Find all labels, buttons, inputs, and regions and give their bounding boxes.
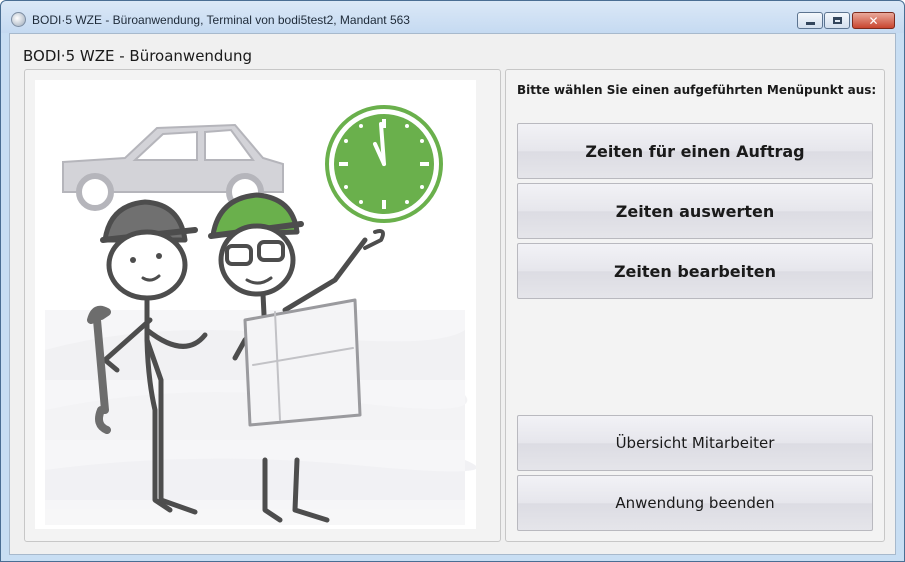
title-bar[interactable]: BODI·5 WZE - Büroanwendung, Terminal von… <box>1 1 904 33</box>
evaluate-times-button[interactable]: Zeiten auswerten <box>517 183 873 239</box>
client-area: BODI·5 WZE - Büroanwendung Bitte wählen … <box>9 33 896 555</box>
application-window: BODI·5 WZE - Büroanwendung, Terminal von… <box>0 0 905 562</box>
menu-panel: Bitte wählen Sie einen aufgeführten Menü… <box>505 69 885 542</box>
app-icon[interactable] <box>11 12 26 27</box>
menu-prompt: Bitte wählen Sie einen aufgeführten Menü… <box>517 83 877 97</box>
workers-illustration <box>45 105 477 525</box>
maximize-icon <box>832 17 842 24</box>
exit-application-button[interactable]: Anwendung beenden <box>517 475 873 531</box>
illustration-panel <box>24 69 501 542</box>
minimize-icon <box>805 22 815 25</box>
employee-overview-button[interactable]: Übersicht Mitarbeiter <box>517 415 873 471</box>
times-for-order-button[interactable]: Zeiten für einen Auftrag <box>517 123 873 179</box>
illustration <box>35 80 477 529</box>
close-button[interactable]: ✕ <box>852 12 895 29</box>
minimize-button[interactable] <box>797 12 823 29</box>
edit-times-button[interactable]: Zeiten bearbeiten <box>517 243 873 299</box>
window-title: BODI·5 WZE - Büroanwendung, Terminal von… <box>32 13 410 27</box>
close-icon: ✕ <box>868 13 879 28</box>
page-title: BODI·5 WZE - Büroanwendung <box>23 47 252 65</box>
clock-icon <box>325 105 443 223</box>
maximize-button[interactable] <box>824 12 850 29</box>
